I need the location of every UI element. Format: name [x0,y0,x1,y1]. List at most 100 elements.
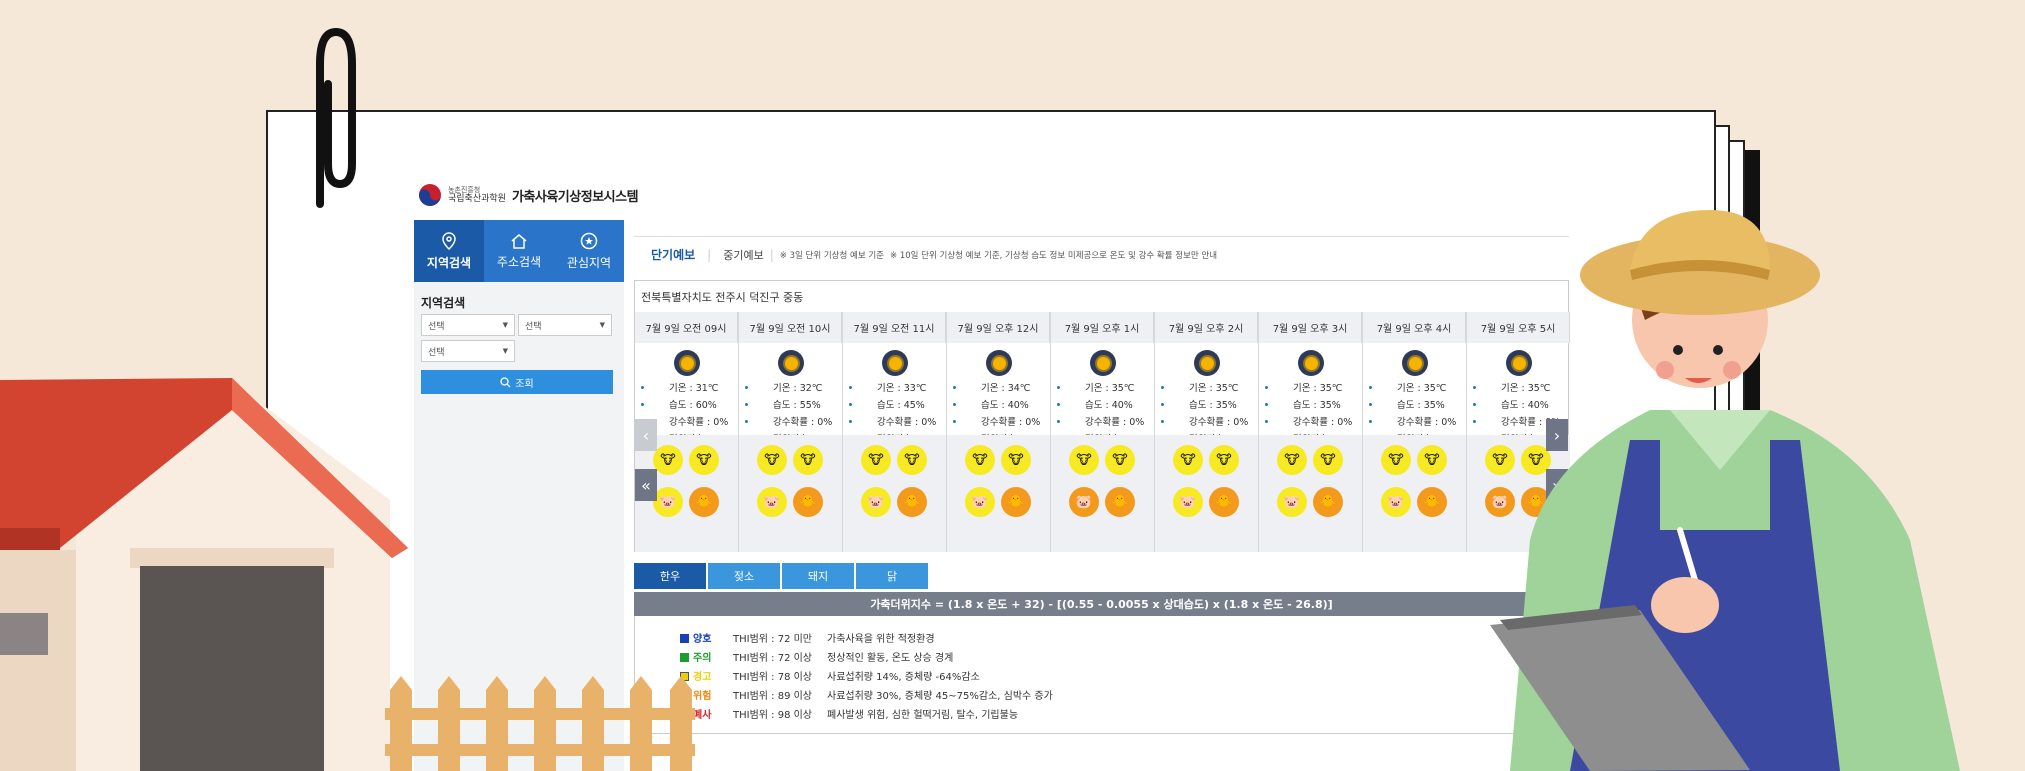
weather-rain: 강수확률 : 0% [981,417,1041,428]
pig-face-icon[interactable]: 🐷 [965,487,995,517]
tab-favorite-region[interactable]: 관심지역 [554,220,624,282]
tab-region-search[interactable]: 지역검색 [414,220,484,282]
chicken-face-icon[interactable]: 🐥 [1417,487,1447,517]
sunny-weather-icon [986,350,1012,376]
prev-arrow-button[interactable]: ‹ [635,419,657,451]
chicken-face-icon[interactable]: 🐥 [689,487,719,517]
animal-thi-band [947,435,1050,552]
fence-illustration [385,676,695,771]
pig-face-icon[interactable]: 🐷 [1381,487,1411,517]
forecast-column: 7월 9일 오후 4시기온 : 35℃습도 : 35%강수확률 : 0%더위지수… [1363,312,1467,552]
animal-thi-band [1051,435,1154,552]
tab-favorite-label: 관심지역 [566,255,612,270]
chicken-face-icon[interactable]: 🐥 [1105,487,1135,517]
chicken-face-icon[interactable]: 🐥 [793,487,823,517]
tab-dairy-cow[interactable]: 젖소 [708,563,780,589]
animal-thi-band [739,435,842,552]
weather-rain: 강수확률 : 0% [773,417,833,428]
tab-short-forecast[interactable]: 단기예보 [651,246,695,263]
pig-face-icon[interactable]: 🐷 [1173,487,1203,517]
chicken-face-icon[interactable]: 🐥 [1209,487,1239,517]
cow-face-icon[interactable]: 🐮 [793,445,823,475]
legend-description: 사료섭취량 30%, 증체량 45~75%감소, 심박수 증가 [827,691,1053,702]
tab-chicken[interactable]: 닭 [856,563,928,589]
cow-face-icon[interactable]: 🐮 [1105,445,1135,475]
weather-temp: 기온 : 35℃ [1293,383,1343,394]
bullet-dot [953,403,956,406]
cow-face-icon[interactable]: 🐮 [653,445,683,475]
search-button[interactable]: 조회 [421,370,613,394]
cow-face-icon[interactable]: 🐮 [1417,445,1447,475]
animal-thi-band [843,435,946,552]
location-text: 전북특별자치도 전주시 덕진구 중동 [641,291,804,304]
weather-humid: 습도 : 40% [981,400,1029,411]
search-icon [500,376,511,387]
legend-range: THI범위 : 89 이상 [733,691,813,702]
cow-face-icon[interactable]: 🐮 [861,445,891,475]
column-time-header: 7월 9일 오후 12시 [947,312,1050,343]
cow-face-icon[interactable]: 🐮 [1069,445,1099,475]
forecast-column: 7월 9일 오후 1시기온 : 35℃습도 : 40%강수확률 : 0%더위지수… [1051,312,1155,552]
weather-temp: 기온 : 32℃ [773,383,823,394]
cow-face-icon[interactable]: 🐮 [965,445,995,475]
cow-face-icon[interactable]: 🐮 [1277,445,1307,475]
pig-face-icon[interactable]: 🐷 [757,487,787,517]
cow-face-icon[interactable]: 🐮 [897,445,927,475]
nav-tabs: 지역검색 주소검색 관심지역 [414,220,624,282]
weather-humid: 습도 : 60% [669,400,717,411]
pig-face-icon[interactable]: 🐷 [861,487,891,517]
sunny-weather-icon [778,350,804,376]
cow-face-icon[interactable]: 🐮 [1001,445,1031,475]
cow-face-icon[interactable]: 🐮 [1313,445,1343,475]
tab-address-search[interactable]: 주소검색 [484,220,554,282]
legend-description: 사료섭취량 14%, 증체량 -64%감소 [827,672,980,683]
cow-face-icon[interactable]: 🐮 [1381,445,1411,475]
weather-rain: 강수확률 : 0% [877,417,937,428]
weather-temp: 기온 : 31℃ [669,383,719,394]
legend-range: THI범위 : 98 이상 [733,710,813,721]
legend-description: 폐사발생 위험, 심한 헐떡거림, 탈수, 기립불능 [827,710,1019,721]
pig-face-icon[interactable]: 🐷 [1069,487,1099,517]
legend-level-label: 양호 [693,634,712,645]
logo[interactable]: 농촌진흥청 국립축산과학원 가축사육기상정보시스템 [418,181,658,209]
tab-pig[interactable]: 돼지 [782,563,854,589]
formula-text: 가축더위지수 = (1.8 x 온도 + 32) - [(0.55 - 0.00… [870,598,1333,611]
pig-face-icon[interactable]: 🐷 [653,487,683,517]
select-district[interactable]: 선택 ▼ [421,340,515,362]
cow-face-icon[interactable]: 🐮 [1173,445,1203,475]
search-title: 지역검색 [421,296,466,310]
cow-face-icon[interactable]: 🐮 [1209,445,1239,475]
paperclip-icon [316,27,356,208]
bullet-dot [849,386,852,389]
taegeuk-logo-icon [419,184,441,206]
tab-mid-forecast[interactable]: 중기예보 [723,247,763,263]
weather-rain: 강수확률 : 0% [1397,417,1457,428]
bullet-dot [1057,386,1060,389]
house-illustration [0,378,408,771]
forecast-column: 7월 9일 오전 11시기온 : 33℃습도 : 45%강수확률 : 0%더위지… [843,312,947,552]
legend-description: 가축사육을 위한 적정환경 [827,634,935,645]
bullet-dot [1369,420,1372,423]
chicken-face-icon[interactable]: 🐥 [1001,487,1031,517]
bullet-dot [1265,386,1268,389]
forecast-column: 7월 9일 오후 2시기온 : 35℃습도 : 35%강수확률 : 0%더위지수… [1155,312,1259,552]
pig-face-icon[interactable]: 🐷 [1277,487,1307,517]
chicken-face-icon[interactable]: 🐥 [1313,487,1343,517]
cow-face-icon[interactable]: 🐮 [757,445,787,475]
forecast-column: 7월 9일 오후 12시기온 : 34℃습도 : 40%강수확률 : 0%더위지… [947,312,1051,552]
tab-hanwoo[interactable]: 한우 [634,563,706,589]
cow-face-icon[interactable]: 🐮 [689,445,719,475]
legend-description: 정상적인 활동, 온도 상승 경계 [827,653,954,664]
sunny-weather-icon [1194,350,1220,376]
legend-range: THI범위 : 78 이상 [733,672,813,683]
column-time-header: 7월 9일 오후 4시 [1363,312,1466,343]
chicken-face-icon[interactable]: 🐥 [897,487,927,517]
legend-color-swatch [680,653,689,662]
legend-level: 양호 [680,630,711,645]
animal-thi-band [1155,435,1258,552]
select-city[interactable]: 선택 ▼ [518,314,612,336]
tab-divider: | [769,247,774,262]
select-province[interactable]: 선택 ▼ [421,314,515,336]
forecast-grid: 7월 9일 오전 09시기온 : 31℃습도 : 60%강수확률 : 0%더위지… [635,312,1570,552]
prev-page-button[interactable]: « [635,469,657,501]
